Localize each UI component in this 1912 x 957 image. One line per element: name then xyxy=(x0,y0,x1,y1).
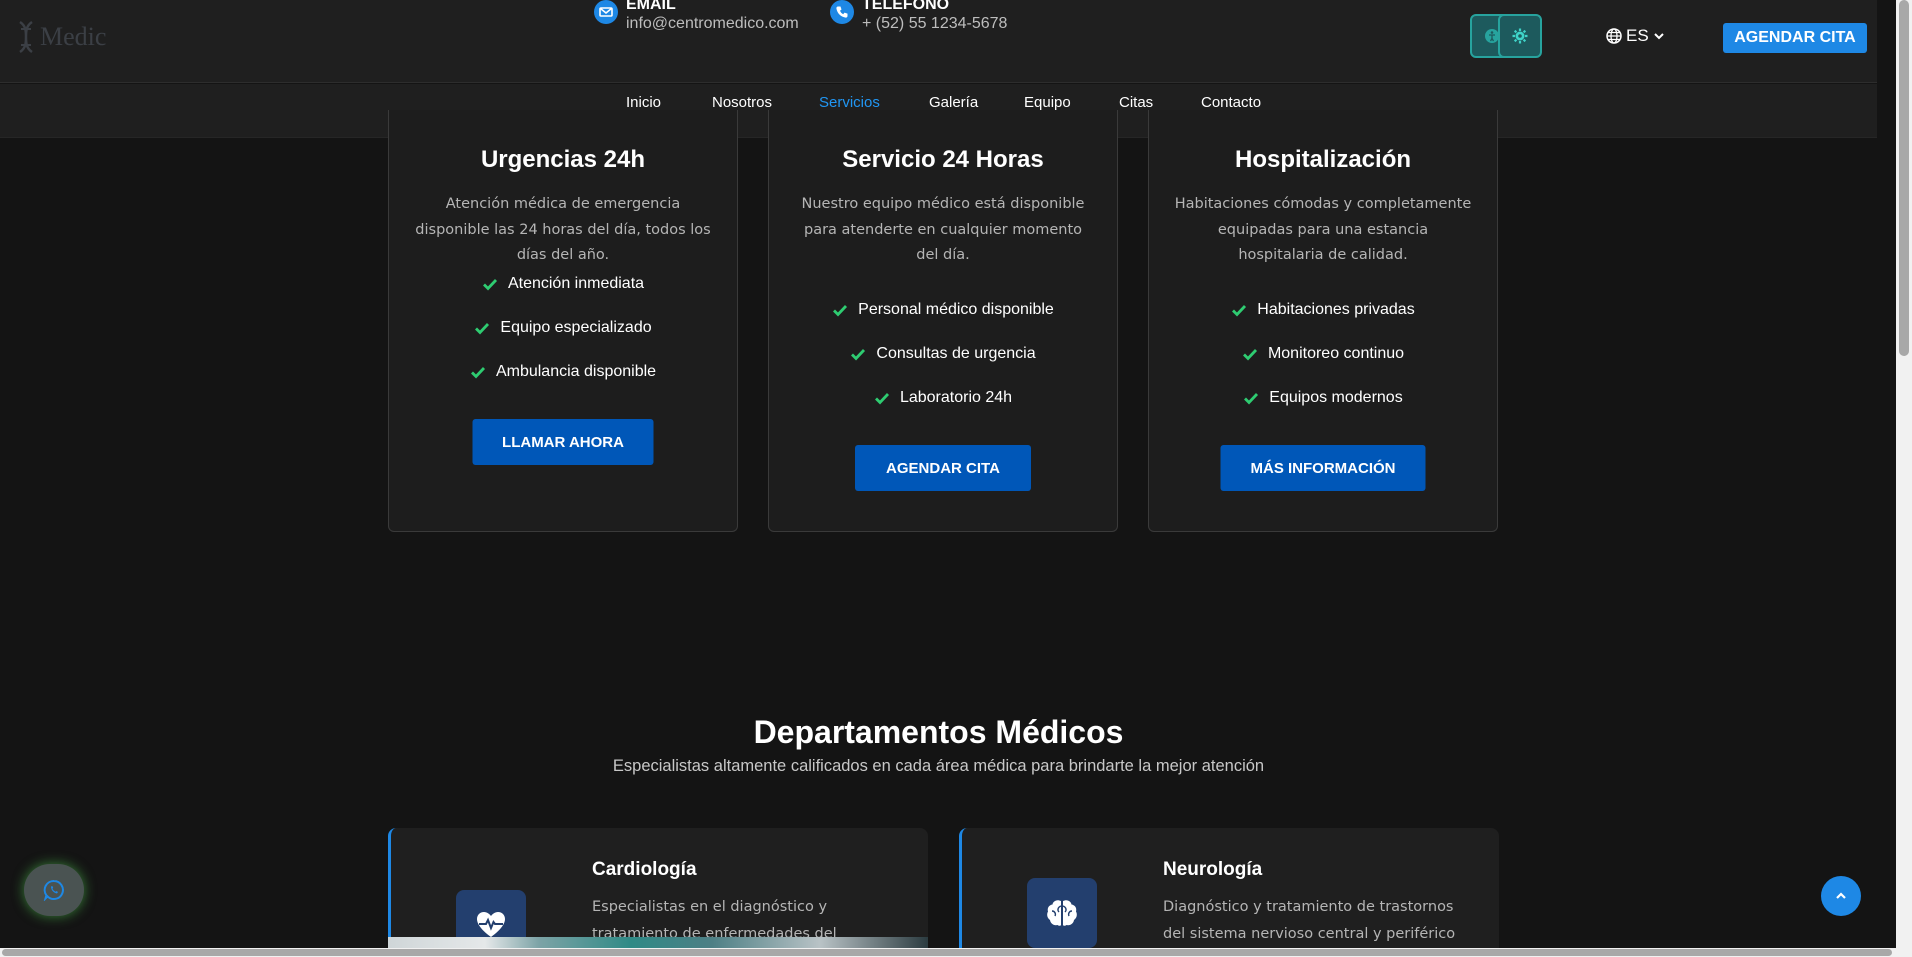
logo[interactable]: Medic xyxy=(16,20,106,54)
service-title: Hospitalización xyxy=(1234,146,1412,173)
department-image xyxy=(388,937,928,948)
scroll-to-top-button[interactable] xyxy=(1821,876,1861,916)
book-appointment-button[interactable]: AGENDAR CITA xyxy=(855,445,1031,491)
language-selector[interactable]: ES xyxy=(1606,26,1665,46)
feature-item: Equipo especializado xyxy=(389,306,737,350)
horizontal-scrollbar-thumb[interactable] xyxy=(2,949,1892,956)
more-info-button[interactable]: MÁS INFORMACIÓN xyxy=(1220,445,1426,491)
email-value: info@centromedico.com xyxy=(626,15,799,32)
department-card-cardiologia[interactable]: Cardiología Especialistas en el diagnóst… xyxy=(388,828,928,948)
chevron-up-icon xyxy=(1836,892,1846,899)
departments-title: Departamentos Médicos xyxy=(753,714,1124,750)
vertical-scrollbar-thumb[interactable] xyxy=(1899,0,1909,356)
brain-icon xyxy=(1027,878,1097,948)
department-description: Diagnóstico y tratamiento de trastornos … xyxy=(1163,899,1456,942)
nav-item-servicios[interactable]: Servicios xyxy=(819,94,880,111)
settings-button[interactable] xyxy=(1498,14,1542,58)
phone-label: TELEFONO xyxy=(862,0,950,13)
feature-label: Ambulancia disponible xyxy=(495,363,657,380)
nav-item-galeria[interactable]: Galería xyxy=(929,94,978,111)
feature-label: Equipo especializado xyxy=(500,319,652,336)
check-icon xyxy=(851,349,866,361)
service-description: Nuestro equipo médico está disponible pa… xyxy=(801,196,1085,263)
call-now-button[interactable]: LLAMAR AHORA xyxy=(472,419,654,465)
nav-item-citas[interactable]: Citas xyxy=(1119,94,1153,111)
dna-icon xyxy=(19,20,33,54)
whatsapp-button[interactable] xyxy=(24,864,84,916)
globe-icon xyxy=(1606,28,1622,44)
nav-item-equipo[interactable]: Equipo xyxy=(1024,94,1071,111)
service-title: Servicio 24 Horas xyxy=(842,146,1044,173)
top-bar: Medic EMAIL info@centromedico.com TELEFO… xyxy=(0,0,1877,83)
logo-text: Medic xyxy=(40,22,107,51)
feature-item: Atención inmediata xyxy=(389,262,737,306)
email-contact[interactable]: EMAIL info@centromedico.com xyxy=(594,0,799,34)
check-icon xyxy=(1244,393,1259,405)
feature-label: Laboratorio 24h xyxy=(899,389,1013,406)
feature-item: Consultas de urgencia xyxy=(769,332,1117,376)
feature-label: Consultas de urgencia xyxy=(876,345,1036,362)
feature-label: Habitaciones privadas xyxy=(1257,301,1415,318)
email-label: EMAIL xyxy=(626,0,676,13)
whatsapp-icon xyxy=(43,879,64,901)
gear-icon xyxy=(1512,28,1528,44)
service-description: Atención médica de emergencia disponible… xyxy=(415,196,711,263)
check-icon xyxy=(833,305,848,317)
feature-item: Ambulancia disponible xyxy=(389,350,737,394)
service-card-hospitalizacion: Hospitalización Habitaciones cómodas y c… xyxy=(1148,110,1498,532)
feature-label: Monitoreo continuo xyxy=(1267,345,1405,362)
feature-item: Equipos modernos xyxy=(1149,376,1497,420)
feature-label: Personal médico disponible xyxy=(858,301,1054,318)
feature-list: Personal médico disponible Consultas de … xyxy=(769,288,1117,420)
nav-item-nosotros[interactable]: Nosotros xyxy=(712,94,772,111)
phone-contact[interactable]: TELEFONO + (52) 55 1234-5678 xyxy=(830,0,1007,34)
check-icon xyxy=(482,279,497,291)
departments-subtitle: Especialistas altamente calificados en c… xyxy=(612,757,1265,775)
phone-icon xyxy=(830,0,854,24)
feature-item: Habitaciones privadas xyxy=(1149,288,1497,332)
nav-item-contacto[interactable]: Contacto xyxy=(1201,94,1261,111)
check-icon xyxy=(470,367,485,379)
mail-icon xyxy=(594,0,618,24)
service-description: Habitaciones cómodas y completamente equ… xyxy=(1174,196,1472,263)
header-book-appointment-button[interactable]: AGENDAR CITA xyxy=(1723,23,1867,53)
feature-list: Atención inmediata Equipo especializado … xyxy=(389,262,737,394)
department-card-neurologia[interactable]: Neurología Diagnóstico y tratamiento de … xyxy=(959,828,1499,948)
check-icon xyxy=(475,323,490,335)
feature-item: Laboratorio 24h xyxy=(769,376,1117,420)
page: Medic EMAIL info@centromedico.com TELEFO… xyxy=(0,0,1896,948)
check-icon xyxy=(874,393,889,405)
service-title: Urgencias 24h xyxy=(480,146,646,173)
feature-item: Personal médico disponible xyxy=(769,288,1117,332)
department-name: Cardiología xyxy=(592,859,697,880)
nav-item-inicio[interactable]: Inicio xyxy=(626,94,661,111)
phone-value: + (52) 55 1234-5678 xyxy=(862,15,1008,32)
department-name: Neurología xyxy=(1163,859,1263,880)
check-icon xyxy=(1242,349,1257,361)
feature-label: Equipos modernos xyxy=(1269,389,1403,406)
check-icon xyxy=(1232,305,1247,317)
language-value: ES xyxy=(1626,26,1649,45)
feature-label: Atención inmediata xyxy=(507,275,645,292)
service-card-urgencias: Urgencias 24h Atención médica de emergen… xyxy=(388,110,738,532)
chevron-down-icon xyxy=(1653,33,1664,40)
service-card-24-horas: Servicio 24 Horas Nuestro equipo médico … xyxy=(768,110,1118,532)
feature-list: Habitaciones privadas Monitoreo continuo… xyxy=(1149,288,1497,420)
feature-item: Monitoreo continuo xyxy=(1149,332,1497,376)
